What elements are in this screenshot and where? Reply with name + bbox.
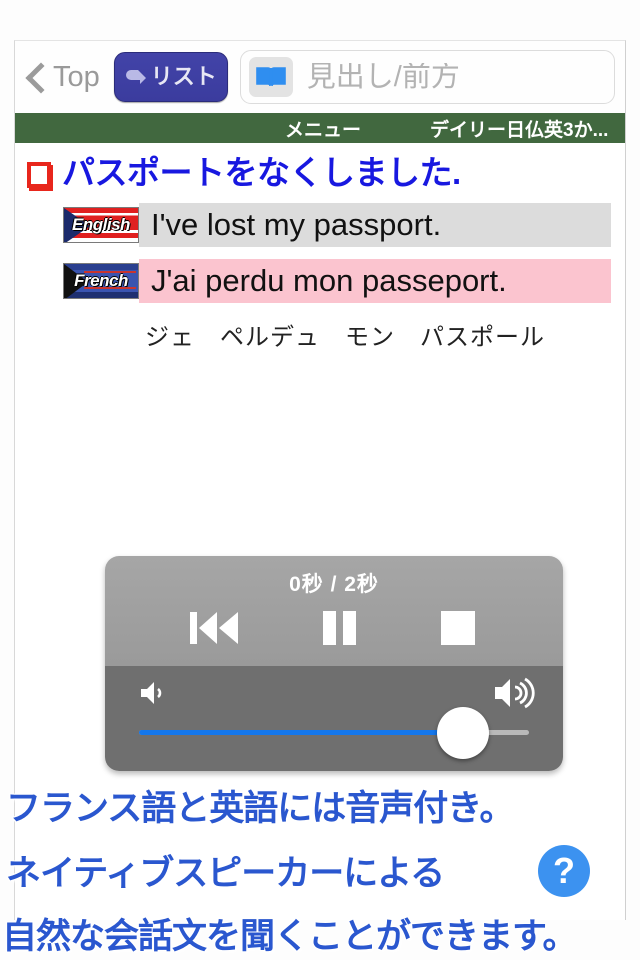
player-volume-section [105, 666, 563, 771]
search-input[interactable]: 見出し/前方 [239, 50, 615, 104]
chevron-left-icon [27, 62, 44, 92]
english-badge-label: English [72, 215, 130, 235]
translation-row-french: French J'ai perdu mon passeport. [15, 259, 625, 304]
player-time-display: 0秒 / 2秒 [289, 573, 379, 596]
question-mark-icon[interactable]: ? [538, 845, 590, 897]
menu-button[interactable]: メニュー [285, 115, 361, 142]
volume-slider-fill [139, 730, 463, 735]
volume-high-icon [493, 676, 537, 715]
french-badge-label: French [74, 271, 128, 291]
search-placeholder-text: 見出し/前方 [306, 62, 460, 92]
player-transport-controls [105, 598, 563, 650]
volume-slider-knob[interactable] [436, 706, 489, 759]
app-screen: Top リスト 見出し/前方 メニュー デイリー日仏英3か... パスポートをな… [0, 0, 640, 960]
translation-row-english: English I've lost my passport. [15, 203, 625, 248]
list-button[interactable]: リスト [113, 52, 228, 102]
stop-button[interactable] [436, 606, 480, 650]
back-button-label: Top [53, 60, 100, 93]
french-sentence[interactable]: J'ai perdu mon passeport. [139, 259, 611, 304]
open-book-icon [248, 57, 293, 97]
caption-line-1: フランス語と英語には音声付き。 [6, 789, 515, 828]
us-flag-icon: English [63, 207, 139, 244]
rewind-button[interactable] [188, 606, 242, 650]
navigation-toolbar: Top リスト 見出し/前方 [15, 41, 625, 113]
volume-slider[interactable] [139, 706, 529, 759]
back-button[interactable]: Top [27, 62, 104, 92]
volume-low-icon [139, 680, 169, 711]
audio-player: 0秒 / 2秒 [105, 556, 563, 771]
headword-row: パスポートをなくしました. [15, 154, 625, 191]
return-arrow-icon [125, 67, 147, 87]
menu-bar: メニュー デイリー日仏英3か... [15, 113, 625, 143]
english-sentence[interactable]: I've lost my passport. [139, 203, 611, 248]
pronunciation-text: ジェ ペルデュ モン パスポール [145, 324, 545, 352]
list-button-label: リスト [150, 64, 217, 89]
headword-text: パスポートをなくしました. [62, 154, 461, 191]
red-square-icon [27, 162, 51, 189]
french-flag-icon: French [63, 263, 139, 300]
caption-line-3: 自然な会話文を聞くことができます。 [2, 917, 578, 956]
player-transport-section: 0秒 / 2秒 [105, 556, 563, 666]
dictionary-title[interactable]: デイリー日仏英3か... [430, 115, 621, 142]
pause-button[interactable] [317, 606, 361, 650]
